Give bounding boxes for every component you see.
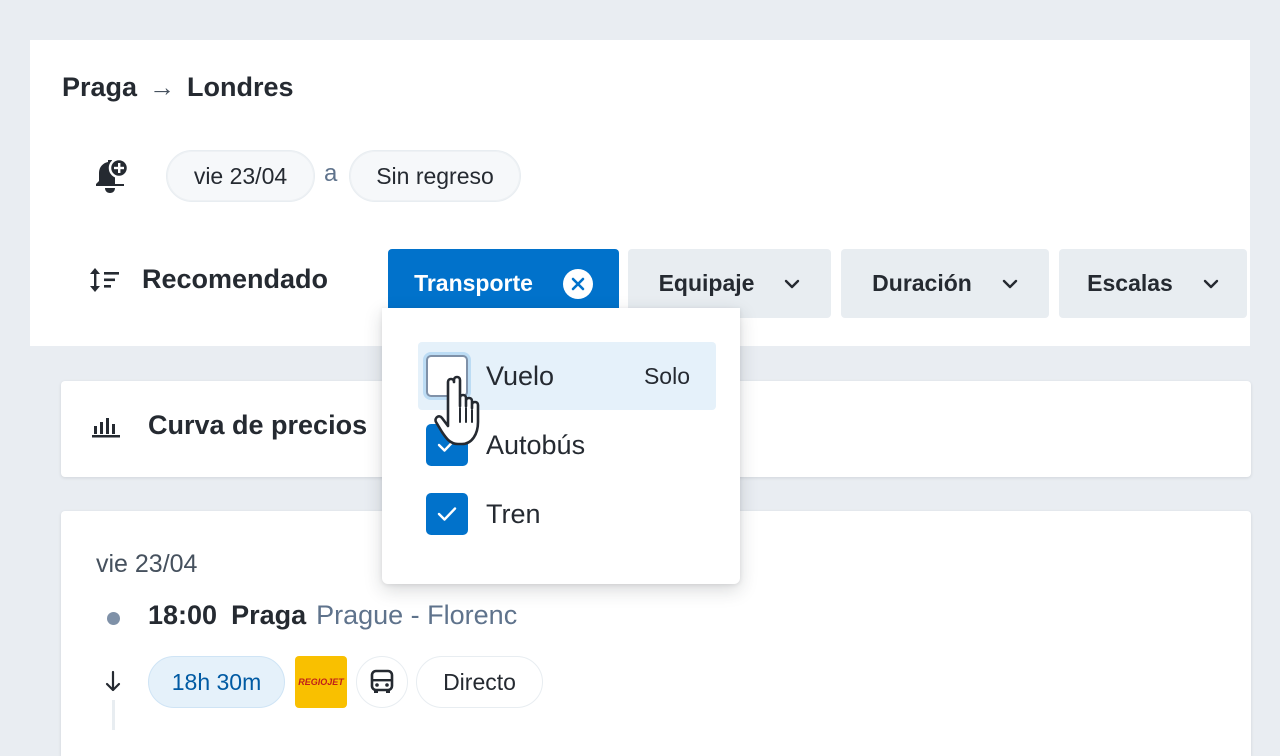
filter-transport-label: Transporte (414, 270, 533, 296)
filter-stops-button[interactable]: Escalas (1059, 249, 1247, 318)
origin-city: Praga (62, 72, 138, 102)
option-bus-label: Autobús (486, 429, 586, 460)
timeline-line (112, 700, 115, 730)
chevron-down-icon (1002, 279, 1018, 288)
price-curve-toggle[interactable]: Curva de precios (92, 410, 367, 441)
transfer-badge: Directo (416, 656, 543, 708)
carrier-logo-text: REGIOJET (298, 677, 344, 687)
chevron-down-icon (1203, 279, 1219, 288)
checkmark-icon (437, 507, 457, 521)
timeline-dot (107, 612, 120, 625)
option-train[interactable]: Tren (418, 480, 716, 548)
departure-station: Prague - Florenc (316, 600, 518, 630)
date-separator: a (324, 160, 338, 187)
return-date-chip[interactable]: Sin regreso (349, 150, 521, 202)
only-flight-button[interactable]: Solo (644, 363, 690, 390)
filter-baggage-label: Equipaje (658, 270, 755, 296)
clear-filter-close-icon[interactable] (562, 268, 593, 299)
arrow-down-icon (105, 670, 121, 692)
chevron-down-icon (785, 279, 800, 288)
sort-icon (90, 267, 119, 292)
route-title: Praga → Londres (62, 72, 294, 103)
option-train-label: Tren (486, 498, 541, 529)
train-checkbox[interactable] (426, 493, 468, 535)
filter-stops-label: Escalas (1087, 270, 1173, 296)
departure-city: Praga (231, 600, 307, 630)
departure-segment: 18:00 Praga Prague - Florenc (148, 600, 517, 631)
duration-badge: 18h 30m (148, 656, 285, 708)
price-curve-label: Curva de precios (148, 410, 368, 440)
outbound-date-chip[interactable]: vie 23/04 (166, 150, 315, 202)
carrier-logo: REGIOJET (295, 656, 347, 708)
route-arrow: → (149, 72, 176, 102)
bar-chart-icon (92, 417, 120, 437)
add-price-alert-bell-icon[interactable] (88, 154, 132, 198)
sort-label: Recomendado (142, 264, 329, 294)
destination-city: Londres (187, 72, 294, 102)
departure-time: 18:00 (148, 600, 218, 630)
bus-icon (356, 656, 408, 708)
filter-duration-button[interactable]: Duración (841, 249, 1049, 318)
hand-pointer-cursor-icon (434, 375, 480, 446)
result-date: vie 23/04 (96, 550, 198, 578)
sort-selector[interactable]: Recomendado (88, 264, 328, 295)
filter-duration-label: Duración (872, 270, 972, 296)
